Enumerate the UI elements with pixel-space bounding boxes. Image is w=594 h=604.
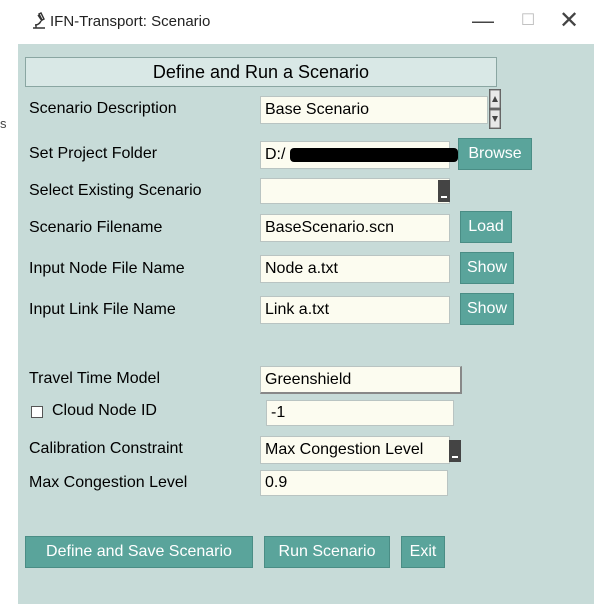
microscope-icon [33, 12, 45, 29]
scenario-description-spinner[interactable] [489, 89, 501, 129]
title-bar: IFN-Transport: Scenario — ☐ ✕ [0, 0, 594, 44]
cloud-node-checkbox[interactable] [31, 406, 43, 418]
exit-button[interactable]: Exit [401, 536, 445, 568]
scenario-description-input[interactable]: Base Scenario [260, 96, 488, 124]
show-node-file-button[interactable]: Show [460, 252, 514, 284]
travel-time-model-label: Travel Time Model [29, 370, 160, 387]
spinner-arrows-icon [489, 89, 501, 129]
define-save-button[interactable]: Define and Save Scenario [25, 536, 253, 568]
cloud-node-input[interactable]: -1 [266, 400, 454, 426]
chevron-down-icon[interactable] [449, 440, 461, 462]
existing-scenario-select[interactable] [260, 178, 450, 204]
show-link-file-button[interactable]: Show [460, 293, 514, 325]
max-congestion-input[interactable]: 0.9 [260, 470, 448, 496]
page-title: Define and Run a Scenario [25, 57, 497, 87]
maximize-button[interactable]: ☐ [508, 6, 548, 36]
close-button[interactable]: ✕ [549, 6, 589, 36]
scenario-filename-input[interactable]: BaseScenario.scn [260, 214, 450, 242]
browse-button[interactable]: Browse [458, 138, 532, 170]
calibration-constraint-label: Calibration Constraint [29, 440, 183, 457]
link-file-input[interactable]: Link a.txt [260, 296, 450, 324]
node-file-label: Input Node File Name [29, 260, 185, 277]
scenario-filename-label: Scenario Filename [29, 219, 163, 236]
background-window-edge: s [0, 44, 18, 604]
run-scenario-button[interactable]: Run Scenario [264, 536, 390, 568]
node-file-input[interactable]: Node a.txt [260, 255, 450, 283]
chevron-down-icon[interactable] [438, 180, 450, 202]
link-file-label: Input Link File Name [29, 301, 176, 318]
max-congestion-label: Max Congestion Level [29, 474, 188, 491]
existing-scenario-label: Select Existing Scenario [29, 182, 202, 199]
scenario-description-label: Scenario Description [29, 100, 177, 117]
cloud-node-label: Cloud Node ID [52, 402, 157, 419]
load-button[interactable]: Load [460, 211, 512, 243]
window-title: IFN-Transport: Scenario [50, 13, 211, 30]
calibration-constraint-select[interactable]: Max Congestion Level [260, 436, 450, 464]
project-folder-label: Set Project Folder [29, 145, 158, 162]
redaction-mark [290, 148, 458, 162]
travel-time-model-select[interactable]: Greenshield [260, 366, 462, 394]
edge-text: s [0, 116, 7, 131]
minimize-button[interactable]: — [463, 6, 503, 36]
